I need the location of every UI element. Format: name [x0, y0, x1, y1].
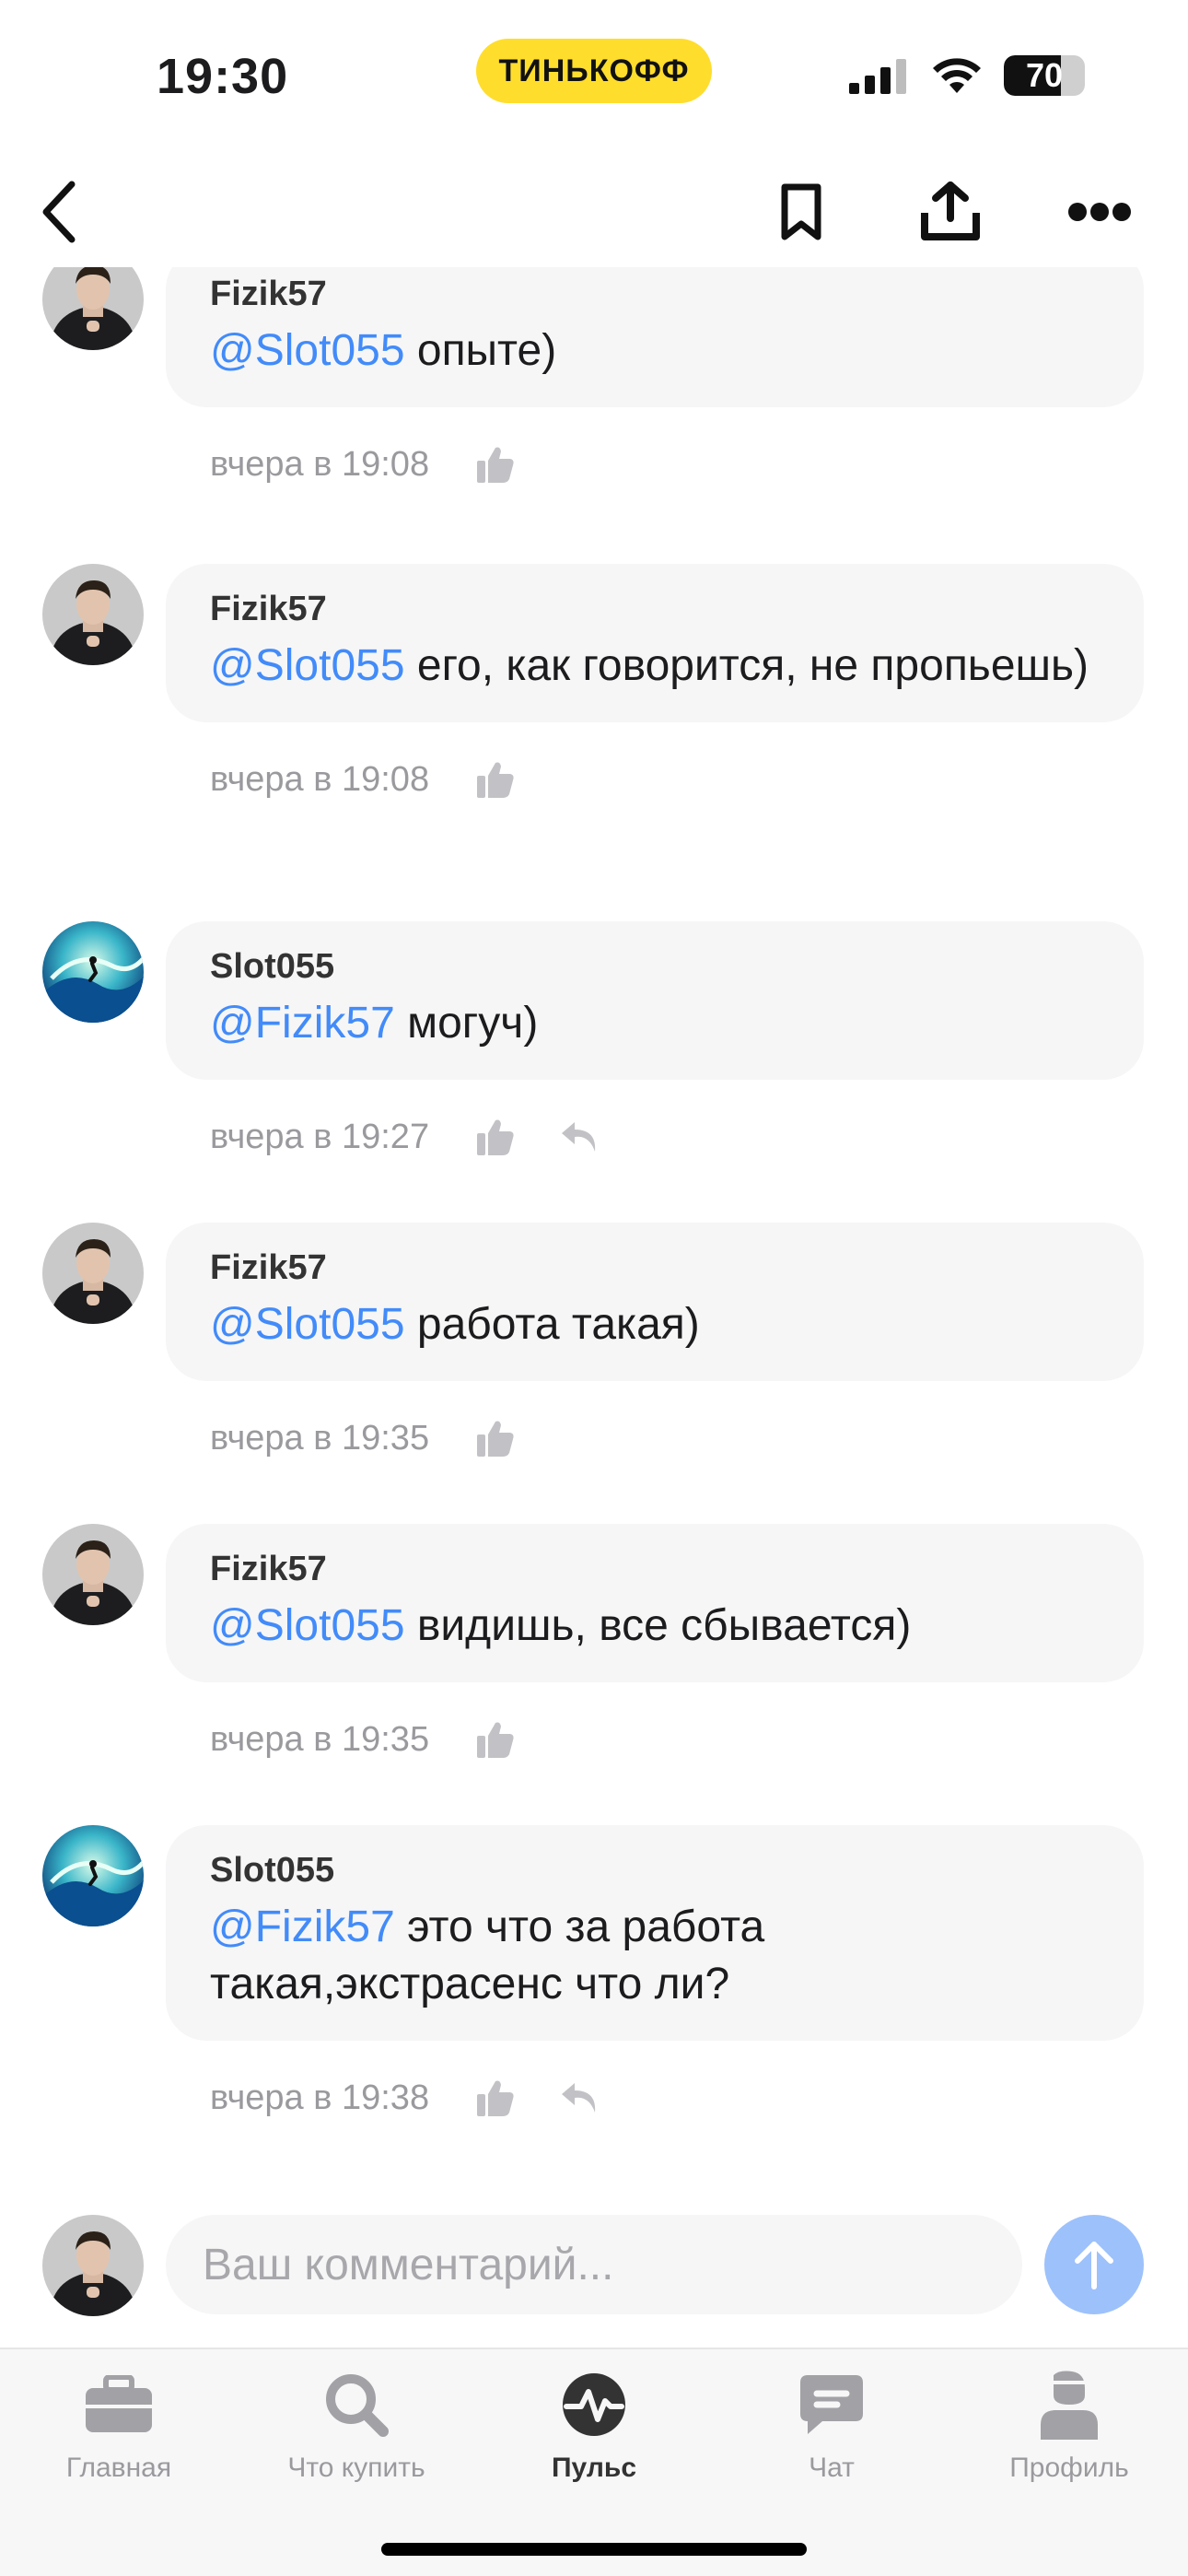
comment-text: @Fizik57 это что за работа такая,экстрас…: [210, 1899, 1100, 2013]
comment-bubble[interactable]: Fizik57 @Slot055 видишь, все сбывается): [166, 1524, 1144, 1682]
man-avatar[interactable]: [42, 564, 144, 665]
mention-link[interactable]: @Fizik57: [210, 999, 395, 1048]
comment-bubble[interactable]: Fizik57 @Slot055 опыте): [166, 267, 1144, 407]
tab-home[interactable]: Главная: [0, 2368, 238, 2506]
pulse-icon: [563, 2373, 625, 2436]
like-icon[interactable]: [475, 2078, 516, 2118]
reply-icon[interactable]: [558, 1117, 600, 1157]
back-button[interactable]: [13, 166, 105, 258]
send-button[interactable]: [1044, 2215, 1144, 2314]
briefcase-icon: [86, 2375, 152, 2432]
share-icon: [921, 181, 980, 240]
comment-time: вчера в 19:35: [210, 1719, 430, 1759]
brand-pill: ТИНЬКОФФ: [476, 39, 712, 103]
bookmark-button[interactable]: [755, 166, 847, 258]
status-time: 19:30: [157, 49, 289, 104]
top-nav: [0, 166, 1188, 267]
wave-avatar[interactable]: [42, 1825, 144, 1926]
man-avatar[interactable]: [42, 1524, 144, 1625]
comment-author[interactable]: Fizik57: [210, 586, 1100, 632]
chevron-left-icon: [42, 181, 76, 243]
tab-chat[interactable]: Чат: [713, 2368, 950, 2506]
comment-composer: [0, 2202, 1188, 2322]
comment-bubble[interactable]: Fizik57 @Slot055 его, как говорится, не п…: [166, 564, 1144, 722]
share-button[interactable]: [904, 166, 996, 258]
tab-label: Профиль: [1009, 2453, 1129, 2483]
mention-link[interactable]: @Slot055: [210, 1300, 405, 1349]
comment-time: вчера в 19:27: [210, 1117, 430, 1156]
comment-meta: вчера в 19:08: [210, 437, 516, 492]
tab-what-to-buy[interactable]: Что купить: [238, 2368, 475, 2506]
profile-icon: [1041, 2371, 1098, 2440]
comment-meta: вчера в 19:35: [210, 1712, 516, 1767]
tab-label: Пульс: [551, 2453, 637, 2483]
mention-link[interactable]: @Fizik57: [210, 1903, 395, 1951]
more-button[interactable]: [1054, 166, 1146, 258]
battery-label: 70: [1025, 56, 1064, 94]
tab-bar: Главная Что купить Пульс Чат Профиль: [0, 2348, 1188, 2576]
comment-body: могуч): [394, 999, 539, 1048]
mention-link[interactable]: @Slot055: [210, 326, 405, 375]
wave-avatar[interactable]: [42, 921, 144, 1023]
like-icon[interactable]: [475, 1719, 516, 1760]
comment-time: вчера в 19:38: [210, 2078, 430, 2117]
comment-body: работа такая): [404, 1300, 700, 1349]
comment-text: @Slot055 видишь, все сбывается): [210, 1598, 1100, 1655]
comment-bubble[interactable]: Slot055 @Fizik57 это что за работа такая,…: [166, 1825, 1144, 2041]
mention-link[interactable]: @Slot055: [210, 1601, 405, 1650]
like-icon[interactable]: [475, 444, 516, 485]
mention-link[interactable]: @Slot055: [210, 641, 405, 690]
comment-bubble[interactable]: Fizik57 @Slot055 работа такая): [166, 1223, 1144, 1381]
comment-body: опыте): [404, 326, 557, 375]
arrow-up-icon: [1075, 2242, 1113, 2289]
comment-author[interactable]: Slot055: [210, 1847, 1100, 1893]
chat-icon: [800, 2375, 863, 2434]
reply-icon[interactable]: [558, 2078, 600, 2118]
comment-meta: вчера в 19:08: [210, 752, 516, 807]
like-icon[interactable]: [475, 1418, 516, 1458]
more-dots-icon: [1068, 203, 1131, 221]
comment-author[interactable]: Slot055: [210, 943, 1100, 989]
tab-profile[interactable]: Профиль: [950, 2368, 1188, 2506]
home-indicator: [381, 2543, 807, 2556]
comment-meta: вчера в 19:35: [210, 1411, 516, 1466]
man-avatar[interactable]: [42, 267, 144, 350]
like-icon[interactable]: [475, 759, 516, 800]
comment-body: его, как говорится, не пропьешь): [404, 641, 1089, 690]
cellular-signal-icon: [849, 59, 906, 94]
comment-input[interactable]: [166, 2215, 1022, 2314]
comment-body: видишь, все сбывается): [404, 1601, 912, 1650]
battery-indicator: 70: [1004, 55, 1085, 96]
comment-author[interactable]: Fizik57: [210, 1245, 1100, 1291]
comment-bubble[interactable]: Slot055 @Fizik57 могуч): [166, 921, 1144, 1080]
comment-text: @Slot055 работа такая): [210, 1296, 1100, 1353]
comment-text: @Fizik57 могуч): [210, 995, 1100, 1052]
current-user-avatar: [42, 2215, 144, 2316]
tab-label: Чат: [809, 2453, 855, 2483]
tab-pulse[interactable]: Пульс: [475, 2368, 713, 2506]
bookmark-icon: [781, 183, 821, 240]
comment-meta: вчера в 19:27: [210, 1109, 600, 1165]
comment-time: вчера в 19:08: [210, 759, 430, 799]
tab-label: Главная: [65, 2453, 172, 2483]
comment-time: вчера в 19:35: [210, 1418, 430, 1458]
comment-author[interactable]: Fizik57: [210, 1546, 1100, 1592]
comment-author[interactable]: Fizik57: [210, 271, 1100, 317]
status-icons: 70: [849, 55, 1085, 96]
comment-text: @Slot055 опыте): [210, 322, 1100, 380]
comment-time: вчера в 19:08: [210, 444, 430, 484]
comments-list[interactable]: Fizik57 @Slot055 опыте) вчера в 19:08 Fizik…: [0, 267, 1188, 2156]
like-icon[interactable]: [475, 1117, 516, 1157]
tab-label: Что купить: [287, 2453, 425, 2483]
search-icon: [326, 2374, 389, 2437]
man-avatar[interactable]: [42, 1223, 144, 1324]
wifi-icon: [933, 58, 981, 93]
status-bar: 19:30 ТИНЬКОФФ 70: [0, 0, 1188, 147]
comment-text: @Slot055 его, как говорится, не пропьешь…: [210, 638, 1100, 695]
comment-meta: вчера в 19:38: [210, 2070, 600, 2125]
